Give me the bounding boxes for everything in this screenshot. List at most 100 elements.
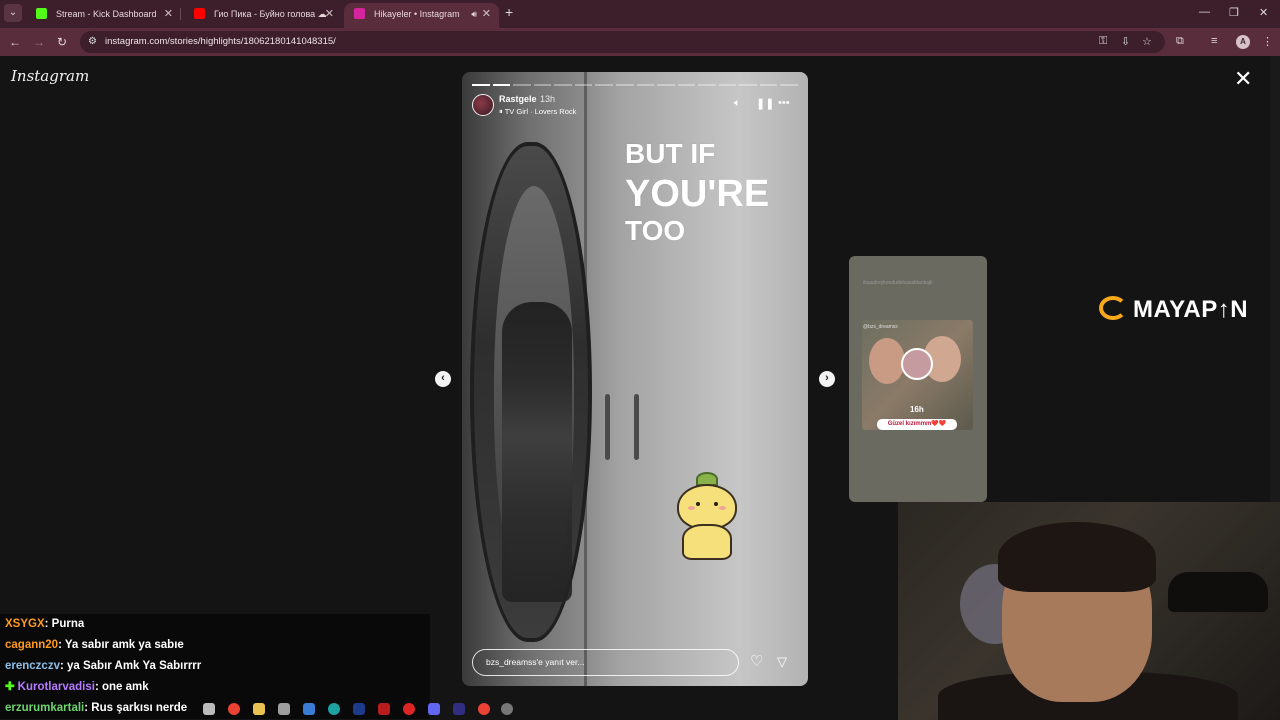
- progress-segment: [677, 84, 696, 86]
- tab-label: Hikayeler • Instagram: [374, 9, 460, 19]
- story-user-avatar[interactable]: [472, 94, 494, 116]
- previous-story-icon[interactable]: ‹: [435, 371, 451, 387]
- password-key-icon[interactable]: ⚿: [1099, 35, 1107, 48]
- bear-body: [682, 524, 732, 560]
- bear-cheek: [719, 506, 726, 510]
- streamer-hair: [998, 522, 1156, 592]
- illustrator-icon[interactable]: [378, 703, 390, 715]
- premiere-icon[interactable]: [453, 703, 465, 715]
- browser-toolbar: ← → ↻ ⚙ instagram.com/stories/highlights…: [0, 28, 1280, 56]
- preview-time: 16h: [910, 405, 924, 414]
- edge-icon[interactable]: [328, 703, 340, 715]
- story-text-line: YOU'RE: [625, 173, 770, 215]
- story-text-line: TOO: [625, 215, 686, 246]
- reload-icon[interactable]: ↻: [57, 35, 67, 49]
- chat-text: : Rus şarkısı nerde: [84, 702, 188, 714]
- chat-message: erenczczv: ya Sabır Amk Ya Sabırrrr: [0, 656, 430, 677]
- person-figure: [502, 302, 572, 602]
- chrome-icon[interactable]: [228, 703, 240, 715]
- chat-text: : Purna: [44, 618, 85, 630]
- music-icon: ⏸: [499, 107, 503, 116]
- preview-caption: Güzel kızımmm❤️❤️: [877, 419, 957, 430]
- progress-segment: [759, 84, 778, 86]
- app-icon[interactable]: [428, 703, 440, 715]
- speaker-icon[interactable]: 🔊︎: [471, 3, 477, 25]
- model-car: [1168, 572, 1268, 612]
- progress-segment: [615, 84, 634, 86]
- close-icon[interactable]: ✕: [325, 3, 334, 25]
- kick-icon: [36, 8, 47, 19]
- tab-instagram[interactable]: Hikayeler • Instagram 🔊︎ ✕: [344, 3, 499, 28]
- tab-search-button[interactable]: ⌄: [4, 4, 22, 22]
- volume-icon[interactable]: 🔈︎: [734, 97, 741, 110]
- story-username[interactable]: Rastgele: [499, 94, 537, 104]
- preview-avatar-bubble: [901, 348, 933, 380]
- story-music[interactable]: ⏸ TV Girl · Lovers Rock: [499, 107, 576, 117]
- install-app-icon[interactable]: ⇩: [1121, 35, 1130, 48]
- chat-message: ✚ Kurotlarvadisi: one amk: [0, 677, 430, 698]
- new-tab-button[interactable]: +: [505, 4, 513, 20]
- mayapin-logo-icon: [1099, 296, 1127, 320]
- chat-message: cagann20: Ya sabır amk ya sabıe: [0, 635, 430, 656]
- minimize-icon[interactable]: —: [1199, 6, 1210, 18]
- chat-username: cagann20: [5, 639, 59, 651]
- send-icon[interactable]: ▽: [777, 654, 787, 670]
- app-icon[interactable]: [278, 703, 290, 715]
- app-icon[interactable]: [501, 703, 513, 715]
- next-story-icon[interactable]: ›: [819, 371, 835, 387]
- reply-input[interactable]: bzs_dreamss'e yanıt ver...: [472, 649, 739, 676]
- next-story-preview[interactable]: itsaudreykoodudelcasablankajk @bzs_dream…: [849, 256, 987, 502]
- extensions-icon[interactable]: ⧉: [1176, 35, 1184, 48]
- chrome-icon[interactable]: [478, 703, 490, 715]
- app-icon[interactable]: [303, 703, 315, 715]
- chat-text: : ya Sabır Amk Ya Sabırrrr: [59, 660, 202, 672]
- progress-segment: [739, 84, 757, 86]
- pause-icon[interactable]: ❚❚: [756, 97, 774, 110]
- progress-segment: [780, 84, 798, 86]
- preview-header-text: itsaudreykoodudelcasablankajk: [863, 280, 933, 286]
- story-text-line: BUT IF: [625, 138, 716, 169]
- app-icon[interactable]: [403, 703, 415, 715]
- site-info-icon[interactable]: ⚙: [88, 36, 97, 47]
- restore-icon[interactable]: ❐: [1229, 6, 1239, 19]
- bookmark-star-icon[interactable]: ☆: [1142, 35, 1152, 48]
- profile-avatar[interactable]: A: [1236, 35, 1250, 49]
- story-progress-bar: [472, 84, 798, 86]
- progress-segment: [554, 84, 572, 86]
- windows-taskbar: [195, 699, 525, 720]
- task-view-icon[interactable]: [203, 703, 215, 715]
- progress-segment: [472, 84, 490, 86]
- url-text: instagram.com/stories/highlights/1806218…: [105, 36, 336, 47]
- chat-text: : Ya sabır amk ya sabıe: [58, 639, 184, 651]
- menu-dots-icon[interactable]: ⋮: [1262, 35, 1273, 48]
- tab-kick-dashboard[interactable]: Stream - Kick Dashboard ✕: [26, 3, 181, 28]
- story-card[interactable]: Rastgele 13h ⏸ TV Girl · Lovers Rock 🔈︎ …: [462, 72, 808, 686]
- mayapin-watermark: MAYAP↑N: [1099, 296, 1248, 324]
- window-close-icon[interactable]: ✕: [1259, 6, 1268, 19]
- close-icon[interactable]: ✕: [164, 3, 173, 25]
- heart-icon[interactable]: ♡: [750, 652, 763, 670]
- instagram-icon: [354, 8, 365, 19]
- chat-username: erenczczv: [5, 660, 60, 672]
- back-icon[interactable]: ←: [9, 35, 21, 49]
- photoshop-icon[interactable]: [353, 703, 365, 715]
- close-story-icon[interactable]: ✕: [1234, 68, 1252, 90]
- music-title: TV Girl · Lovers Rock: [504, 107, 577, 116]
- preview-face: [869, 338, 905, 384]
- progress-segment: [657, 84, 675, 86]
- progress-segment: [636, 84, 655, 86]
- progress-segment: [574, 84, 593, 86]
- progress-segment: [718, 84, 737, 86]
- address-bar[interactable]: ⚙ instagram.com/stories/highlights/18062…: [80, 31, 1165, 53]
- instagram-logo[interactable]: Instagram: [11, 67, 89, 85]
- story-time: 13h: [540, 94, 556, 104]
- file-explorer-icon[interactable]: [253, 703, 265, 715]
- forward-icon[interactable]: →: [33, 35, 45, 49]
- tab-youtube[interactable]: Гио Пика - Буйно голова ☁ ✕: [184, 3, 342, 28]
- more-options-icon[interactable]: •••: [778, 97, 790, 109]
- brand-text: MAYAP↑N: [1133, 296, 1249, 323]
- bear-eye: [714, 502, 718, 506]
- door-handle: [634, 394, 639, 460]
- close-icon[interactable]: ✕: [482, 3, 491, 25]
- reading-list-icon[interactable]: ≡: [1211, 35, 1217, 47]
